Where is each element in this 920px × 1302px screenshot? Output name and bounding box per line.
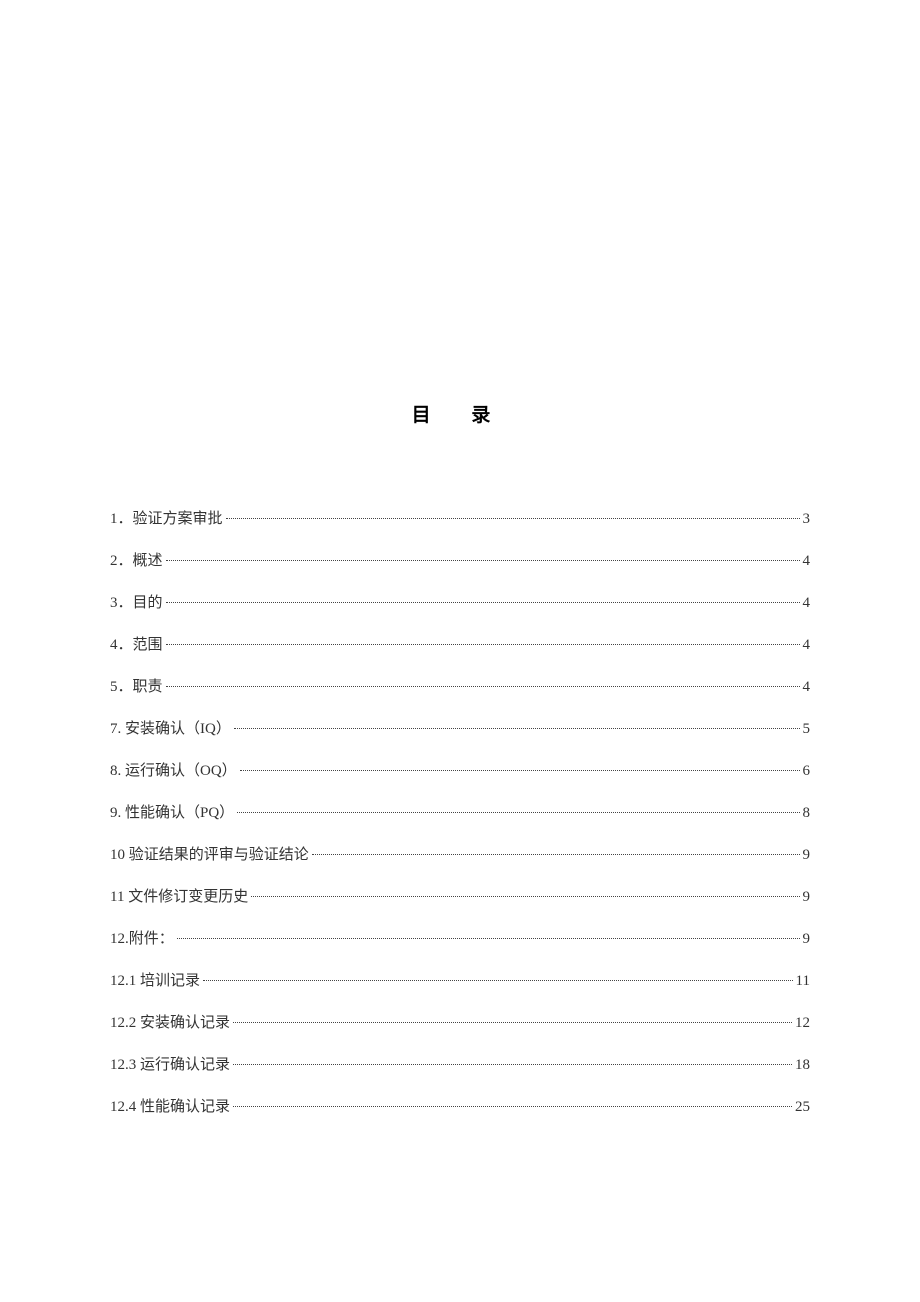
toc-leader-dots <box>166 686 800 687</box>
toc-entry-label: 9. 性能确认（PQ） <box>110 801 234 822</box>
toc-entry: 12.1 培训记录 11 <box>110 969 810 990</box>
toc-entry-label: 12.2 安装确认记录 <box>110 1011 230 1032</box>
toc-title: 目 录 <box>110 400 810 427</box>
toc-leader-dots <box>240 770 800 771</box>
toc-entry-label: 2．概述 <box>110 549 163 570</box>
toc-leader-dots <box>177 938 800 939</box>
toc-entry: 12.附件： 9 <box>110 927 810 948</box>
toc-leader-dots <box>203 980 793 981</box>
toc-leader-dots <box>166 602 800 603</box>
toc-leader-dots <box>233 1106 792 1107</box>
toc-entry-page: 9 <box>803 931 811 948</box>
toc-entry-page: 11 <box>796 973 810 990</box>
toc-entry-label: 3．目的 <box>110 591 163 612</box>
toc-entry-page: 5 <box>803 721 811 738</box>
toc-leader-dots <box>166 644 800 645</box>
toc-leader-dots <box>312 854 800 855</box>
toc-leader-dots <box>251 896 799 897</box>
document-page: 目 录 1．验证方案审批 3 2．概述 4 3．目的 4 4．范围 4 5．职责… <box>0 0 920 1116</box>
toc-entry-page: 9 <box>803 847 811 864</box>
toc-entry: 2．概述 4 <box>110 549 810 570</box>
toc-entry: 12.3 运行确认记录 18 <box>110 1053 810 1074</box>
toc-entry-label: 5．职责 <box>110 675 163 696</box>
table-of-contents: 1．验证方案审批 3 2．概述 4 3．目的 4 4．范围 4 5．职责 4 7… <box>110 507 810 1116</box>
toc-entry-label: 1．验证方案审批 <box>110 507 223 528</box>
toc-leader-dots <box>166 560 800 561</box>
toc-entry-page: 4 <box>803 553 811 570</box>
toc-entry-page: 12 <box>795 1015 810 1032</box>
toc-entry: 1．验证方案审批 3 <box>110 507 810 528</box>
toc-entry: 5．职责 4 <box>110 675 810 696</box>
toc-entry: 11 文件修订变更历史 9 <box>110 885 810 906</box>
toc-entry-page: 9 <box>803 889 811 906</box>
toc-entry-page: 18 <box>795 1057 810 1074</box>
toc-entry-label: 10 验证结果的评审与验证结论 <box>110 843 309 864</box>
toc-entry-page: 4 <box>803 595 811 612</box>
toc-entry-label: 12.3 运行确认记录 <box>110 1053 230 1074</box>
toc-entry: 4．范围 4 <box>110 633 810 654</box>
toc-leader-dots <box>234 728 800 729</box>
toc-entry: 3．目的 4 <box>110 591 810 612</box>
toc-entry-page: 6 <box>803 763 811 780</box>
toc-entry-label: 7. 安装确认（IQ） <box>110 717 231 738</box>
toc-entry-page: 3 <box>803 511 811 528</box>
toc-leader-dots <box>233 1064 792 1065</box>
toc-entry: 7. 安装确认（IQ） 5 <box>110 717 810 738</box>
toc-leader-dots <box>226 518 800 519</box>
toc-leader-dots <box>233 1022 792 1023</box>
toc-entry-label: 8. 运行确认（OQ） <box>110 759 237 780</box>
toc-entry-page: 4 <box>803 679 811 696</box>
toc-entry-page: 25 <box>795 1099 810 1116</box>
toc-entry: 12.2 安装确认记录 12 <box>110 1011 810 1032</box>
toc-entry-label: 11 文件修订变更历史 <box>110 885 248 906</box>
toc-entry: 9. 性能确认（PQ） 8 <box>110 801 810 822</box>
toc-entry: 10 验证结果的评审与验证结论 9 <box>110 843 810 864</box>
toc-entry-label: 12.4 性能确认记录 <box>110 1095 230 1116</box>
toc-entry-label: 12.1 培训记录 <box>110 969 200 990</box>
toc-entry-page: 4 <box>803 637 811 654</box>
toc-entry-label: 12.附件： <box>110 927 174 948</box>
toc-entry-page: 8 <box>803 805 811 822</box>
toc-entry: 8. 运行确认（OQ） 6 <box>110 759 810 780</box>
toc-leader-dots <box>237 812 799 813</box>
toc-entry: 12.4 性能确认记录 25 <box>110 1095 810 1116</box>
toc-entry-label: 4．范围 <box>110 633 163 654</box>
